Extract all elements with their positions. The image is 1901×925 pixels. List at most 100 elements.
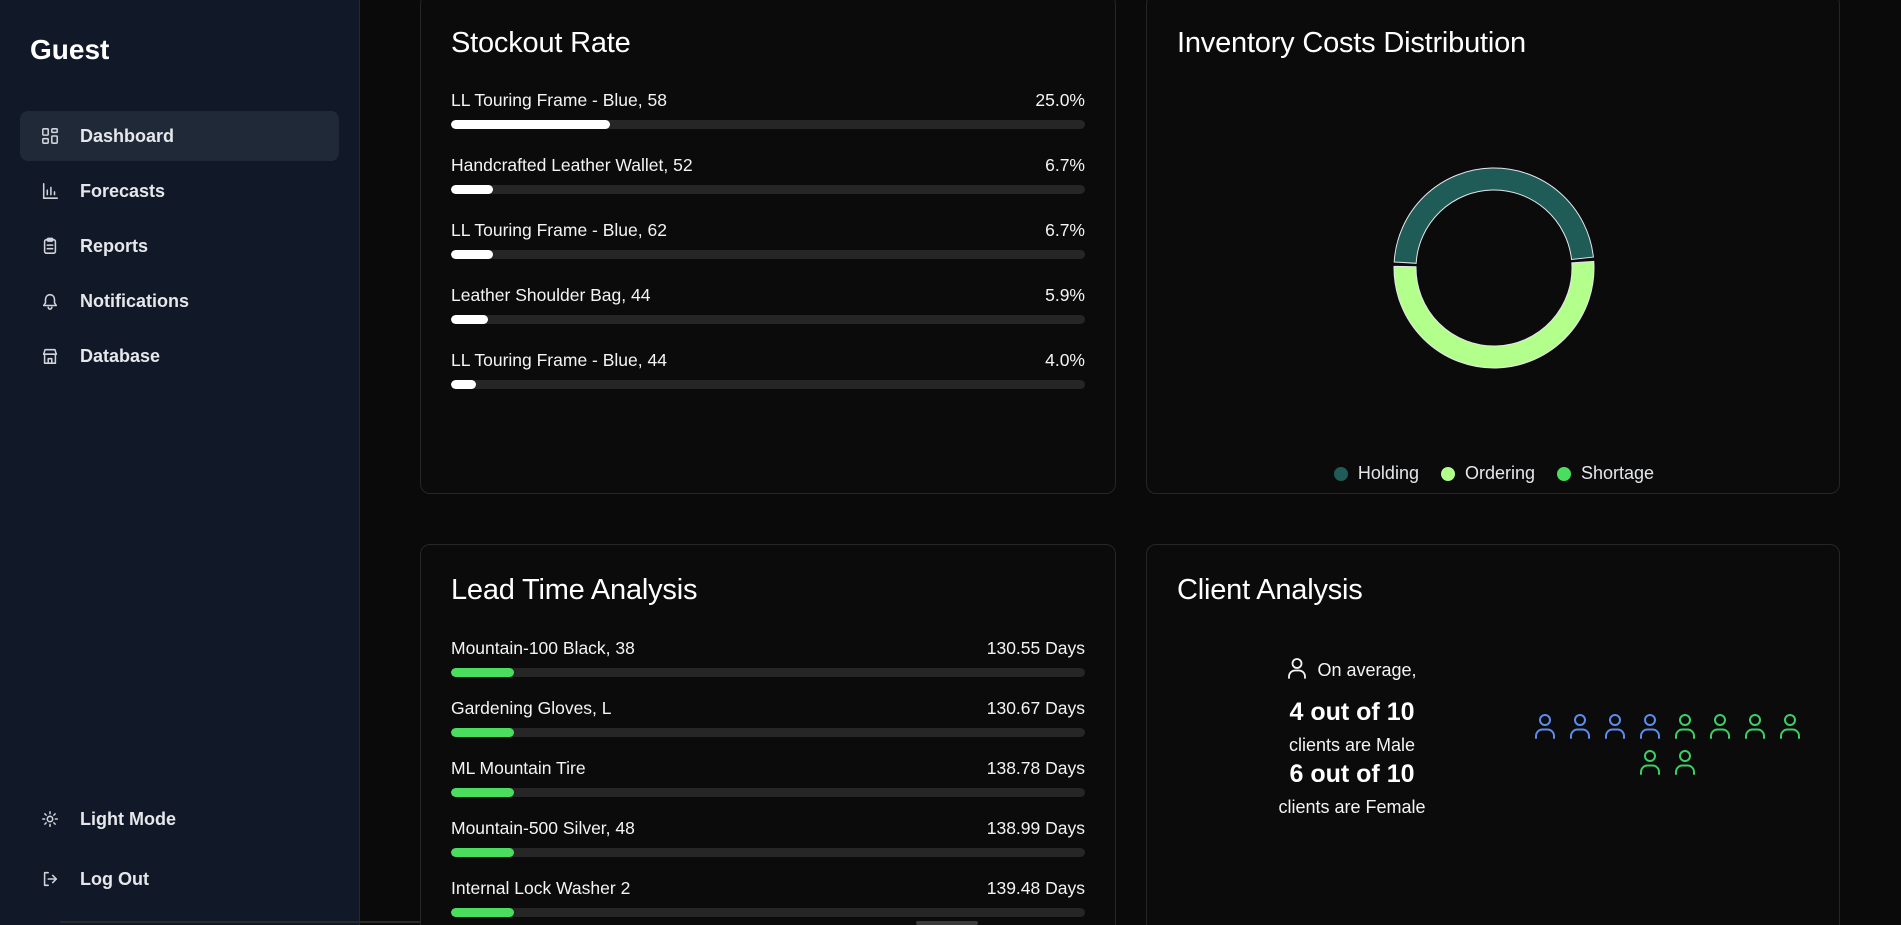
female-person-icon xyxy=(1673,749,1697,775)
female-person-icon xyxy=(1778,713,1802,739)
client-analysis-card: Client Analysis On average, 4 out of 10 … xyxy=(1146,544,1840,925)
sidebar-item-forecasts[interactable]: Forecasts xyxy=(20,166,339,216)
card-title: Stockout Rate xyxy=(451,27,631,59)
stockout-label: Handcrafted Leather Wallet, 52 xyxy=(451,155,693,175)
leadtime-fill xyxy=(451,788,515,797)
female-person-icon xyxy=(1743,713,1767,739)
stockout-value: 25.0% xyxy=(1035,90,1085,110)
male-text: clients are Male xyxy=(1288,735,1416,755)
male-stat: 4 out of 10 xyxy=(1289,698,1415,726)
average-label: On average, xyxy=(1317,660,1417,680)
legend-item-shortage[interactable]: Shortage xyxy=(1557,463,1654,484)
leadtime-fill xyxy=(451,848,515,857)
store-icon xyxy=(40,346,60,366)
card-title: Lead Time Analysis xyxy=(451,574,698,606)
legend-item-holding[interactable]: Holding xyxy=(1333,463,1419,484)
sidebar-item-label: Reports xyxy=(80,235,149,256)
leadtime-label: Internal Lock Washer 2 xyxy=(451,878,631,898)
female-person-icon xyxy=(1673,713,1697,739)
stockout-rate-card: Stockout Rate LL Touring Frame - Blue, 5… xyxy=(420,0,1116,494)
female-text: clients are Female xyxy=(1278,797,1426,817)
leadtime-value: 139.48 Days xyxy=(986,878,1085,898)
leadtime-track xyxy=(451,788,1085,797)
sidebar-item-dashboard[interactable]: Dashboard xyxy=(20,111,339,161)
logout-icon xyxy=(40,869,60,889)
legend-item-ordering[interactable]: Ordering xyxy=(1440,463,1535,484)
leadtime-track xyxy=(451,668,1085,677)
card-title: Client Analysis xyxy=(1177,574,1363,606)
leadtime-value: 130.55 Days xyxy=(986,638,1085,658)
donut-slice-holding[interactable] xyxy=(1393,167,1594,264)
stockout-track xyxy=(451,315,1085,324)
stockout-track xyxy=(451,120,1085,129)
male-person-icon xyxy=(1568,713,1592,739)
stockout-fill xyxy=(451,315,489,324)
leadtime-value: 138.78 Days xyxy=(986,758,1085,778)
client-pictogram xyxy=(1527,713,1807,775)
donut-slice-ordering[interactable] xyxy=(1393,260,1595,369)
bell-icon xyxy=(40,291,60,311)
leadtime-track xyxy=(451,848,1085,857)
stockout-label: Leather Shoulder Bag, 44 xyxy=(451,285,651,305)
client-summary: On average, 4 out of 10 clients are Male… xyxy=(1237,657,1467,818)
stockout-value: 6.7% xyxy=(1045,155,1085,175)
female-person-icon xyxy=(1638,749,1662,775)
stockout-track xyxy=(451,185,1085,194)
sun-icon xyxy=(40,809,60,829)
leadtime-fill xyxy=(451,908,515,917)
logout-button[interactable]: Log Out xyxy=(20,854,339,904)
stockout-value: 4.0% xyxy=(1045,350,1085,370)
sidebar-item-reports[interactable]: Reports xyxy=(20,221,339,271)
sidebar-nav: Dashboard Forecasts Reports Notification… xyxy=(20,111,339,386)
sidebar-item-label: Database xyxy=(80,345,161,366)
sidebar-bottom: Light Mode Log Out xyxy=(20,794,339,914)
leadtime-track xyxy=(451,728,1085,737)
user-icon xyxy=(1287,657,1307,684)
inventory-costs-donut[interactable] xyxy=(1385,159,1603,377)
leadtime-value: 130.67 Days xyxy=(986,698,1085,718)
legend-label: Ordering xyxy=(1464,463,1535,483)
stockout-label: LL Touring Frame - Blue, 58 xyxy=(451,90,667,110)
leadtime-track xyxy=(451,908,1085,917)
card-title: Inventory Costs Distribution xyxy=(1177,27,1526,59)
light-mode-label: Light Mode xyxy=(80,808,176,829)
leadtime-label: Mountain-100 Black, 38 xyxy=(451,638,635,658)
legend-dot xyxy=(1333,466,1348,481)
leadtime-fill xyxy=(451,668,515,677)
female-person-icon xyxy=(1708,713,1732,739)
leadtime-label: ML Mountain Tire xyxy=(451,758,586,778)
male-person-icon xyxy=(1533,713,1557,739)
light-mode-toggle[interactable]: Light Mode xyxy=(20,794,339,844)
horizontal-scroll-track xyxy=(60,921,420,923)
sidebar-item-label: Dashboard xyxy=(80,125,175,146)
male-person-icon xyxy=(1603,713,1627,739)
sidebar: Guest Dashboard Forecasts Reports Notifi… xyxy=(0,0,360,925)
stockout-fill xyxy=(451,185,494,194)
stockout-fill xyxy=(451,250,494,259)
chart-legend: Holding Ordering Shortage xyxy=(1147,463,1841,484)
stockout-fill xyxy=(451,380,477,389)
legend-label: Holding xyxy=(1357,463,1419,483)
leadtime-fill xyxy=(451,728,515,737)
stockout-track xyxy=(451,380,1085,389)
stockout-label: LL Touring Frame - Blue, 44 xyxy=(451,350,667,370)
sidebar-item-label: Notifications xyxy=(80,290,190,311)
female-stat: 6 out of 10 xyxy=(1289,760,1415,788)
logout-label: Log Out xyxy=(80,868,149,889)
stockout-value: 5.9% xyxy=(1045,285,1085,305)
average-line: On average, xyxy=(1237,657,1467,684)
sidebar-item-database[interactable]: Database xyxy=(20,331,339,381)
stockout-fill xyxy=(451,120,610,129)
stockout-track xyxy=(451,250,1085,259)
stockout-label: LL Touring Frame - Blue, 62 xyxy=(451,220,667,240)
clipboard-icon xyxy=(40,236,60,256)
dashboard-icon xyxy=(40,126,60,146)
inventory-costs-card: Inventory Costs Distribution Holding Ord… xyxy=(1146,0,1840,494)
legend-dot xyxy=(1440,466,1455,481)
sidebar-item-notifications[interactable]: Notifications xyxy=(20,276,339,326)
sidebar-item-label: Forecasts xyxy=(80,180,166,201)
male-person-icon xyxy=(1638,713,1662,739)
horizontal-scrollbar-thumb[interactable] xyxy=(916,921,978,925)
leadtime-value: 138.99 Days xyxy=(986,818,1085,838)
legend-dot xyxy=(1557,466,1571,481)
